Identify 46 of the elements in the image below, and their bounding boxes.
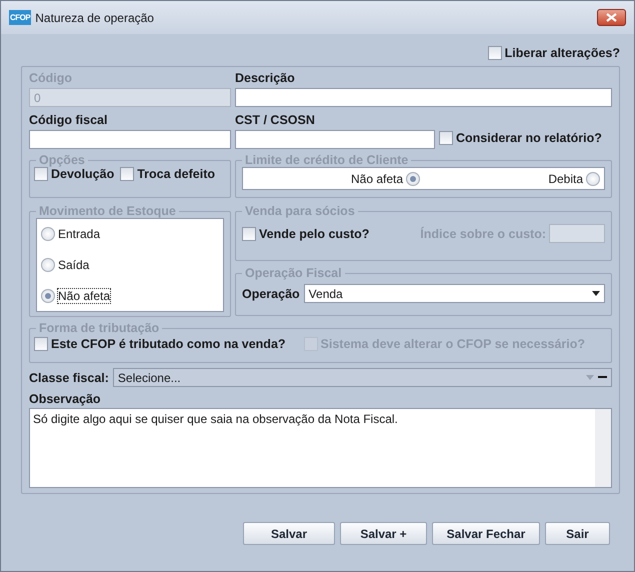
radio-button[interactable] bbox=[41, 227, 55, 242]
fiscal-class-dropdown[interactable]: Selecione... bbox=[112, 368, 612, 387]
scrollbar[interactable] bbox=[595, 409, 611, 487]
radio-option[interactable]: Entrada bbox=[41, 227, 219, 242]
action-button[interactable]: Sair bbox=[545, 522, 610, 545]
checkbox[interactable] bbox=[120, 167, 134, 181]
checkbox-option[interactable]: Considerar no relatório? bbox=[439, 131, 602, 145]
window-title: Natureza de operação bbox=[35, 10, 155, 24]
checkbox-option[interactable]: Troca defeito bbox=[120, 167, 216, 181]
field-label: Observação bbox=[29, 392, 102, 406]
observation-textarea[interactable]: Só digite algo aqui se quiser que saia na observação da Nota Fiscal. bbox=[29, 408, 612, 488]
radio-option[interactable]: Debita bbox=[548, 172, 600, 186]
minus-icon bbox=[598, 376, 607, 379]
radio-button[interactable] bbox=[41, 258, 55, 272]
radio-button[interactable] bbox=[41, 288, 55, 303]
field-label: Código fiscal bbox=[29, 113, 108, 127]
caret-icon bbox=[586, 375, 594, 380]
fiscal-code-field[interactable] bbox=[29, 130, 231, 149]
checkbox[interactable] bbox=[439, 131, 453, 145]
radio-option[interactable]: Não afeta bbox=[351, 172, 420, 186]
description-field[interactable] bbox=[235, 88, 612, 107]
close-button[interactable] bbox=[597, 9, 626, 26]
app-logo: CFOP bbox=[9, 10, 32, 25]
field-label: Descrição bbox=[235, 71, 296, 85]
cst-field[interactable] bbox=[235, 130, 435, 149]
operation-dropdown[interactable]: Venda bbox=[304, 284, 605, 303]
checkbox-option[interactable]: Este CFOP é tributado como na venda? bbox=[34, 337, 286, 351]
checkbox-option[interactable]: Liberar alterações? bbox=[488, 46, 620, 60]
close-icon bbox=[606, 13, 617, 22]
radio-option[interactable]: Saída bbox=[41, 258, 219, 272]
caret-icon bbox=[592, 291, 600, 296]
action-button[interactable]: Salvar + bbox=[340, 522, 427, 545]
checkbox[interactable] bbox=[488, 46, 502, 60]
radio-button[interactable] bbox=[586, 172, 600, 186]
field-label: Operação bbox=[242, 286, 300, 300]
radio-button[interactable] bbox=[406, 172, 420, 186]
radio-option[interactable]: Não afeta bbox=[41, 288, 219, 303]
checkbox[interactable] bbox=[242, 226, 256, 240]
checkbox[interactable] bbox=[34, 167, 48, 181]
checkbox[interactable] bbox=[34, 337, 48, 351]
checkbox-option[interactable]: Devolução bbox=[34, 167, 114, 181]
action-button[interactable]: Salvar Fechar bbox=[432, 522, 540, 545]
action-button[interactable]: Salvar bbox=[243, 522, 335, 545]
field-label: Classe fiscal: bbox=[29, 370, 109, 384]
checkbox-option[interactable]: Vende pelo custo? bbox=[242, 226, 370, 240]
field-label: CST / CSOSN bbox=[235, 113, 316, 127]
